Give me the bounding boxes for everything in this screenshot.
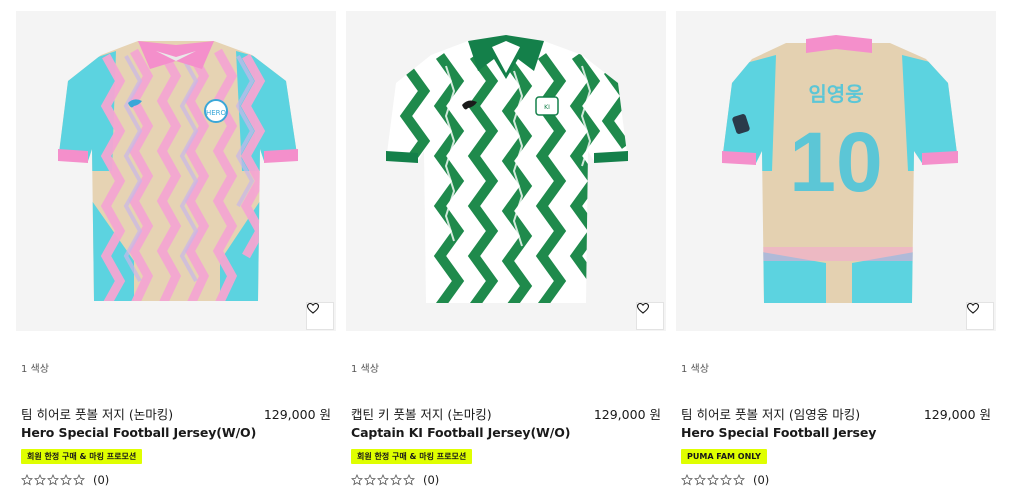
promo-badge: 회원 한정 구매 & 마킹 프로모션	[351, 449, 473, 464]
star-outline-icon	[364, 474, 376, 486]
wishlist-button[interactable]	[966, 302, 994, 330]
star-rating	[681, 474, 745, 486]
star-outline-icon	[733, 474, 745, 486]
back-number: 10	[789, 115, 882, 209]
product-name-en[interactable]: Captain KI Football Jersey(W/O)	[351, 425, 570, 440]
star-rating	[21, 474, 85, 486]
back-name: 임영웅	[808, 82, 863, 106]
star-outline-icon	[60, 474, 72, 486]
wishlist-button[interactable]	[636, 302, 664, 330]
heart-icon	[637, 303, 649, 314]
rating: (0)	[21, 473, 109, 487]
product-card[interactable]: KI 1 색상 캡틴 키 풋볼 저지 (논마킹) 129,000 원 Capta…	[346, 11, 666, 501]
product-card[interactable]: HERO 1 색상 팀 히어로 풋볼 저지 (논마킹) 129,000 원 He…	[16, 11, 336, 501]
color-count: 1 색상	[21, 364, 49, 375]
wishlist-button[interactable]	[306, 302, 334, 330]
product-image[interactable]: 임영웅 10	[676, 11, 996, 331]
star-outline-icon	[34, 474, 46, 486]
star-outline-icon	[390, 474, 402, 486]
star-outline-icon	[720, 474, 732, 486]
product-image[interactable]: KI	[346, 11, 666, 331]
jersey-beige-back-number-image: 임영웅 10	[722, 35, 958, 303]
product-name-en[interactable]: Hero Special Football Jersey	[681, 425, 876, 440]
product-price: 129,000 원	[593, 407, 661, 422]
color-count: 1 색상	[681, 364, 709, 375]
star-outline-icon	[47, 474, 59, 486]
star-outline-icon	[403, 474, 415, 486]
star-outline-icon	[73, 474, 85, 486]
review-count: (0)	[753, 473, 770, 487]
review-count: (0)	[93, 473, 110, 487]
rating: (0)	[681, 473, 769, 487]
jersey-pink-blue-zigzag-image: HERO	[58, 41, 298, 301]
product-name-en[interactable]: Hero Special Football Jersey(W/O)	[21, 425, 256, 440]
jersey-green-white-zigzag-image: KI	[386, 35, 628, 303]
star-outline-icon	[707, 474, 719, 486]
star-outline-icon	[377, 474, 389, 486]
product-image[interactable]: HERO	[16, 11, 336, 331]
color-count: 1 색상	[351, 364, 379, 375]
svg-text:HERO: HERO	[206, 109, 227, 117]
rating: (0)	[351, 473, 439, 487]
star-outline-icon	[694, 474, 706, 486]
product-name-ko[interactable]: 팀 히어로 풋볼 저지 (임영웅 마킹)	[681, 404, 860, 423]
star-rating	[351, 474, 415, 486]
star-outline-icon	[21, 474, 33, 486]
heart-icon	[967, 303, 979, 314]
promo-badge: PUMA FAM ONLY	[681, 449, 767, 464]
heart-icon	[307, 303, 319, 314]
product-name-ko[interactable]: 팀 히어로 풋볼 저지 (논마킹)	[21, 404, 173, 423]
product-name-ko[interactable]: 캡틴 키 풋볼 저지 (논마킹)	[351, 404, 492, 423]
star-outline-icon	[351, 474, 363, 486]
review-count: (0)	[423, 473, 440, 487]
product-price: 129,000 원	[923, 407, 991, 422]
svg-text:KI: KI	[544, 104, 550, 111]
product-card[interactable]: 임영웅 10 1 색상 팀 히어로 풋볼 저지 (임영웅 마킹) 129,000…	[676, 11, 996, 501]
star-outline-icon	[681, 474, 693, 486]
promo-badge: 회원 한정 구매 & 마킹 프로모션	[21, 449, 143, 464]
product-price: 129,000 원	[263, 407, 331, 422]
